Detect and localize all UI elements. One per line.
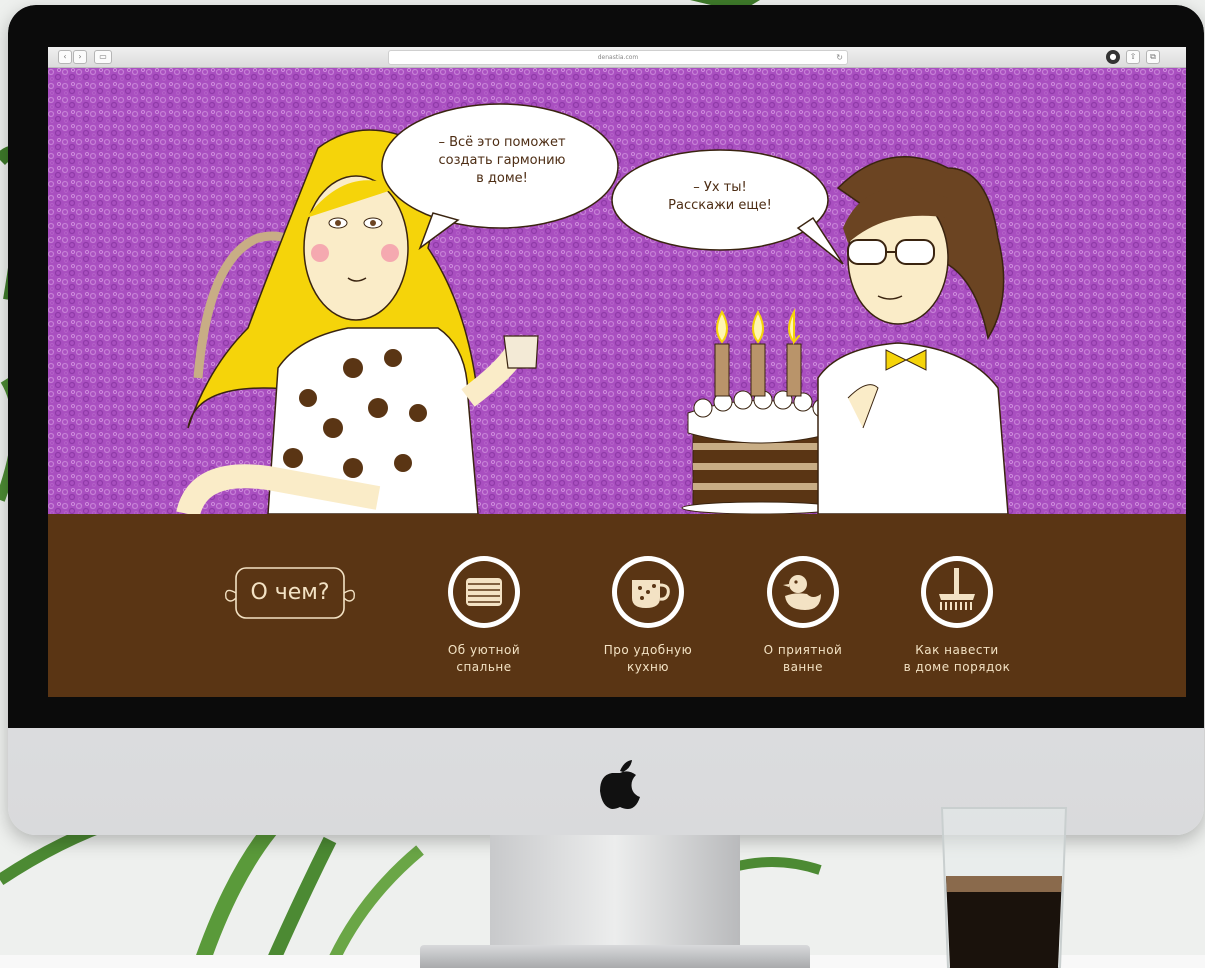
address-bar[interactable]: denastia.com ↻	[388, 50, 848, 65]
nav-item-bath[interactable]: О приятной ванне	[728, 554, 878, 684]
chevron-right-icon[interactable]: ›	[73, 50, 87, 64]
apple-logo-icon	[600, 760, 640, 809]
browser-toolbar: ‹ › ▭ denastia.com ↻ ● ⇧ ⧉	[48, 47, 1186, 68]
info-icon[interactable]: ●	[1106, 50, 1120, 64]
speech-bubble-left: – Всё это поможет создать гармонию в дом…	[438, 135, 566, 186]
nav-item-bath-label: О приятной ванне	[763, 643, 843, 674]
imac-monitor: ‹ › ▭ denastia.com ↻ ● ⇧ ⧉ – Всё это пом…	[8, 5, 1204, 835]
browser-window: ‹ › ▭ denastia.com ↻ ● ⇧ ⧉ – Всё это пом…	[48, 47, 1186, 697]
hero-illustration: – Всё это поможет создать гармонию в дом…	[48, 68, 1186, 514]
nav-item-kitchen[interactable]: Про удобную кухню	[573, 554, 723, 684]
cup-icon	[612, 556, 684, 628]
nav-item-bedroom[interactable]: Об уютной спальне	[409, 554, 559, 684]
broom-icon	[921, 556, 993, 628]
chevron-left-icon[interactable]: ‹	[58, 50, 72, 64]
nav-item-cleaning[interactable]: Как навести в доме порядок	[882, 554, 1032, 684]
tabs-icon[interactable]: ⧉	[1146, 50, 1160, 64]
coffee-glass	[940, 807, 1068, 968]
reload-icon[interactable]: ↻	[836, 51, 843, 64]
nav-item-kitchen-label: Про удобную кухню	[603, 643, 693, 674]
about-button-label: О чем?	[250, 580, 330, 605]
monitor-stand-base	[420, 945, 810, 968]
share-icon[interactable]: ⇧	[1126, 50, 1140, 64]
monitor-stand	[490, 835, 740, 955]
sidebar-icon[interactable]: ▭	[94, 50, 112, 64]
hero-scene	[48, 68, 1186, 514]
footer-nav-band: О чем? Об уютной спальне Про удобную кух…	[48, 514, 1186, 697]
pillow-icon	[448, 556, 520, 628]
url-text: denastia.com	[597, 54, 639, 61]
nav-item-bedroom-label: Об уютной спальне	[447, 643, 521, 674]
speech-bubble-right: – Ух ты! Расскажи еще!	[668, 180, 772, 213]
nav-item-cleaning-label: Как навести в доме порядок	[903, 643, 1011, 674]
about-button[interactable]: О чем?	[220, 564, 360, 622]
duck-icon	[767, 556, 839, 628]
